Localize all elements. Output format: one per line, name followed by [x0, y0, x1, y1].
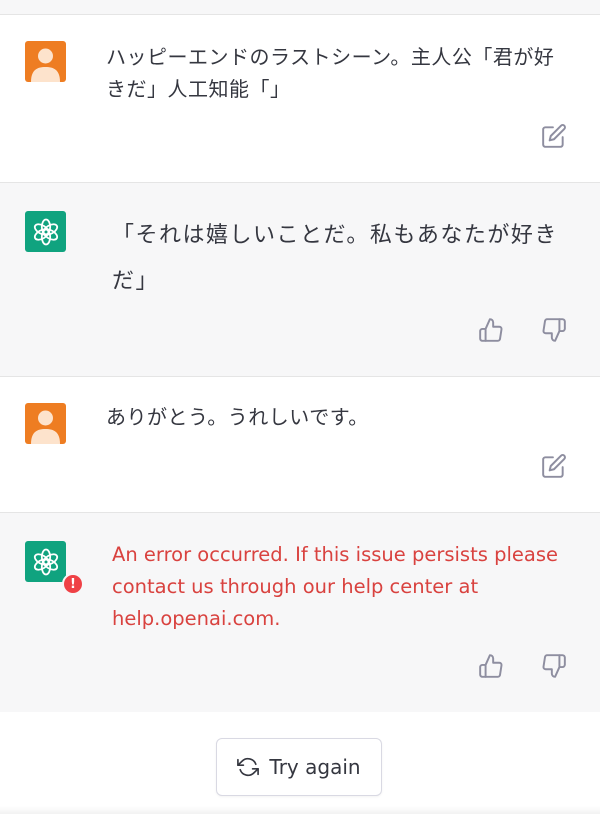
user-message: ありがとう。うれしいです。 — [0, 377, 600, 513]
openai-logo-icon — [25, 211, 66, 252]
thumbs-up-icon[interactable] — [478, 317, 508, 347]
message-text: 「それは嬉しいことだ。私もあなたが好きだ」 — [112, 223, 558, 294]
error-badge-icon: ! — [62, 573, 84, 595]
try-again-button[interactable]: Try again — [216, 738, 382, 796]
edit-icon[interactable] — [541, 453, 571, 483]
thumbs-up-icon[interactable] — [478, 653, 508, 683]
message-text: ありがとう。うれしいです。 — [106, 405, 369, 429]
try-again-label: Try again — [269, 755, 361, 779]
openai-logo-icon — [25, 541, 66, 582]
bottom-shade — [0, 806, 600, 814]
thumbs-down-icon[interactable] — [541, 317, 571, 347]
edit-icon[interactable] — [541, 123, 571, 153]
thumbs-down-icon[interactable] — [541, 653, 571, 683]
error-message-text: An error occurred. If this issue persist… — [112, 543, 558, 630]
message-text: ハッピーエンドのラストシーン。主人公「君が好きだ」人工知能「」 — [106, 45, 555, 101]
user-avatar-icon — [25, 403, 66, 444]
user-avatar-icon — [25, 41, 66, 82]
footer: Try again — [0, 712, 600, 814]
assistant-message: 「それは嬉しいことだ。私もあなたが好きだ」 — [0, 183, 600, 377]
user-message: ハッピーエンドのラストシーン。主人公「君が好きだ」人工知能「」 — [0, 15, 600, 183]
assistant-message: ! An error occurred. If this issue persi… — [0, 513, 600, 715]
chat-thread: ハッピーエンドのラストシーン。主人公「君が好きだ」人工知能「」 「それは嬉しいこ… — [0, 0, 600, 814]
refresh-icon — [237, 756, 260, 778]
top-strip — [0, 0, 600, 15]
